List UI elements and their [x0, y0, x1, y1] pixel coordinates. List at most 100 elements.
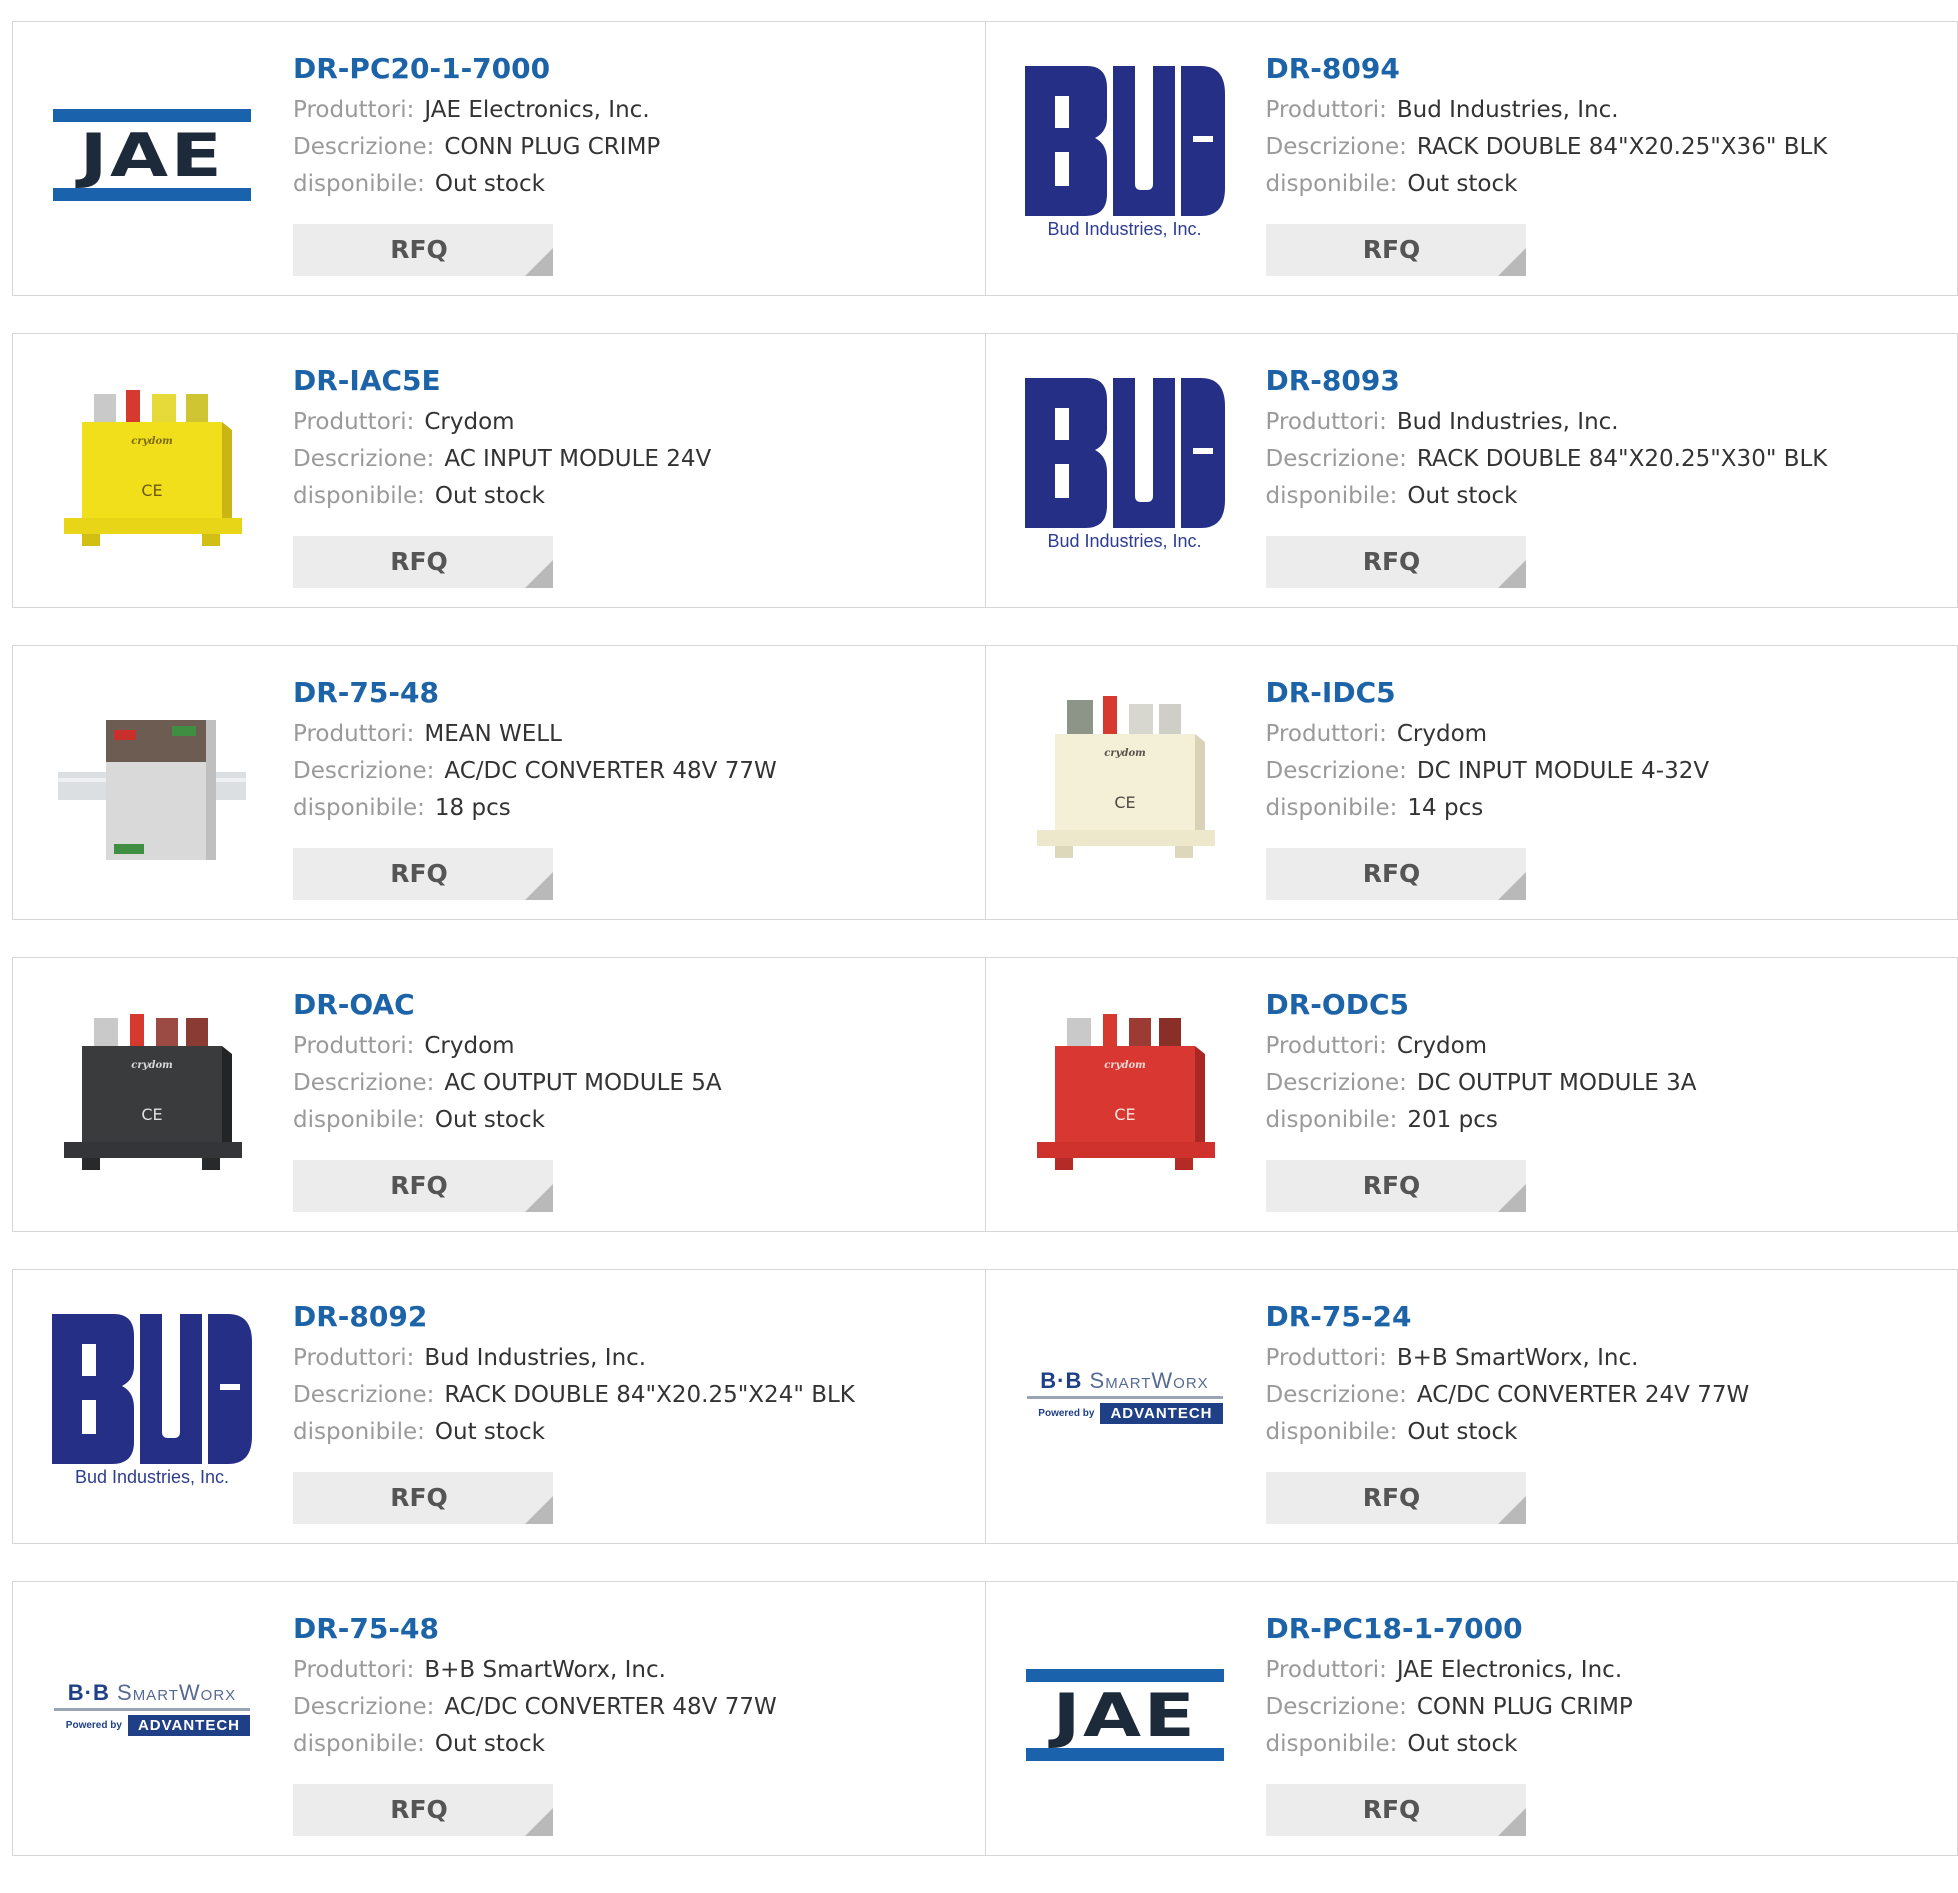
description-label: Descrizione: — [1266, 1694, 1407, 1720]
manufacturer-value: MEAN WELL — [424, 721, 562, 747]
availability-line: disponibile:201 pcs — [1266, 1102, 1697, 1139]
manufacturer-value: Crydom — [1397, 721, 1487, 747]
availability-value: Out stock — [435, 1107, 545, 1133]
manufacturer-value: Bud Industries, Inc. — [1397, 97, 1619, 123]
availability-label: disponibile: — [293, 795, 425, 821]
product-info: DR-75-24 Produttori:B+B SmartWorx, Inc. … — [1266, 1300, 1750, 1451]
part-number-link[interactable]: DR-ODC5 — [1266, 988, 1697, 1022]
rfq-button[interactable]: RFQ — [1266, 536, 1526, 588]
rfq-label: RFQ — [1363, 547, 1421, 576]
manufacturer-value: Crydom — [1397, 1033, 1487, 1059]
part-number-link[interactable]: DR-PC18-1-7000 — [1266, 1612, 1633, 1646]
svg-text:CE: CE — [141, 1105, 162, 1124]
svg-text:crydom: crydom — [1104, 748, 1145, 759]
product-image[interactable]: Bud Industries, Inc. — [51, 1314, 253, 1492]
availability-value: Out stock — [1407, 1419, 1517, 1445]
part-number-link[interactable]: DR-IDC5 — [1266, 676, 1710, 710]
product-image[interactable]: JAE — [1024, 1626, 1226, 1804]
product-row: crydom CE DR-OAC Produttori:Crydom Descr… — [12, 957, 1958, 1232]
product-info: DR-PC18-1-7000 Produttori:JAE Electronic… — [1266, 1612, 1633, 1763]
availability-value: Out stock — [1407, 483, 1517, 509]
description-value: RACK DOUBLE 84"X20.25"X36" BLK — [1417, 134, 1828, 160]
part-number-link[interactable]: DR-8094 — [1266, 52, 1828, 86]
part-number-link[interactable]: DR-75-24 — [1266, 1300, 1750, 1334]
product-image[interactable]: crydom CE — [51, 1002, 253, 1180]
corner-triangle-icon — [1498, 248, 1526, 276]
availability-value: 18 pcs — [435, 795, 511, 821]
manufacturer-line: Produttori:B+B SmartWorx, Inc. — [1266, 1340, 1750, 1377]
rfq-button[interactable]: RFQ — [1266, 224, 1526, 276]
product-row: Bud Industries, Inc. DR-8092 Produttori:… — [12, 1269, 1958, 1544]
availability-value: 201 pcs — [1407, 1107, 1497, 1133]
rfq-button[interactable]: RFQ — [293, 224, 553, 276]
availability-value: Out stock — [435, 483, 545, 509]
description-label: Descrizione: — [293, 758, 434, 784]
description-value: AC INPUT MODULE 24V — [444, 446, 711, 472]
product-card: B·B SmartWorx Powered byADVANTECH DR-75-… — [985, 1269, 1958, 1544]
bud-industries-logo: Bud Industries, Inc. — [52, 1314, 252, 1492]
availability-label: disponibile: — [293, 483, 425, 509]
availability-value: Out stock — [1407, 171, 1517, 197]
rfq-button[interactable]: RFQ — [1266, 1160, 1526, 1212]
manufacturer-line: Produttori: Crydom — [1266, 716, 1710, 753]
availability-line: disponibile:Out stock — [1266, 1726, 1633, 1763]
manufacturer-value: B+B SmartWorx, Inc. — [1397, 1345, 1639, 1371]
description-line: Descrizione:AC/DC CONVERTER 48V 77W — [293, 1689, 777, 1726]
rfq-label: RFQ — [1363, 1483, 1421, 1512]
description-value: CONN PLUG CRIMP — [444, 134, 660, 160]
availability-line: disponibile: Out stock — [293, 1102, 722, 1139]
product-image[interactable]: crydom CE — [1024, 690, 1226, 868]
part-number-link[interactable]: DR-8092 — [293, 1300, 855, 1334]
corner-triangle-icon — [525, 1496, 553, 1524]
description-line: Descrizione:CONN PLUG CRIMP — [293, 129, 660, 166]
product-card: crydom CE DR-OAC Produttori:Crydom Descr… — [12, 957, 986, 1232]
manufacturer-line: Produttori: MEAN WELL — [293, 716, 777, 753]
product-image[interactable]: Bud Industries, Inc. — [1024, 66, 1226, 244]
product-card: crydom CE DR-IDC5 Produttori:Crydom Desc… — [985, 645, 1958, 920]
product-image[interactable]: JAE — [51, 66, 253, 244]
product-image[interactable]: crydom CE — [51, 378, 253, 556]
rfq-button[interactable]: RFQ — [293, 1160, 553, 1212]
description-value: CONN PLUG CRIMP — [1417, 1694, 1633, 1720]
availability-label: disponibile: — [293, 1419, 425, 1445]
part-number-link[interactable]: DR-8093 — [1266, 364, 1828, 398]
part-number-link[interactable]: DR-PC20-1-7000 — [293, 52, 660, 86]
rfq-button[interactable]: RFQ — [1266, 848, 1526, 900]
manufacturer-label: Produttori: — [293, 721, 414, 747]
product-image[interactable] — [51, 690, 253, 868]
manufacturer-label: Produttori: — [1266, 721, 1387, 747]
jae-logo: JAE — [53, 109, 251, 201]
description-value: AC/DC CONVERTER 48V 77W — [444, 1694, 776, 1720]
rfq-button[interactable]: RFQ — [293, 1784, 553, 1836]
product-image[interactable]: crydom CE — [1024, 1002, 1226, 1180]
rfq-button[interactable]: RFQ — [1266, 1784, 1526, 1836]
part-number-link[interactable]: DR-75-48 — [293, 676, 777, 710]
rfq-button[interactable]: RFQ — [293, 848, 553, 900]
availability-value: Out stock — [1407, 1731, 1517, 1757]
availability-label: disponibile: — [293, 1107, 425, 1133]
svg-text:CE: CE — [1114, 793, 1135, 812]
description-line: Descrizione:AC OUTPUT MODULE 5A — [293, 1065, 722, 1102]
description-line: Descrizione:RACK DOUBLE 84"X20.25"X30" B… — [1266, 441, 1828, 478]
manufacturer-label: Produttori: — [293, 1657, 414, 1683]
part-number-link[interactable]: DR-OAC — [293, 988, 722, 1022]
rfq-button[interactable]: RFQ — [293, 1472, 553, 1524]
rfq-button[interactable]: RFQ — [293, 536, 553, 588]
rfq-button[interactable]: RFQ — [1266, 1472, 1526, 1524]
availability-line: disponibile: 18 pcs — [293, 790, 777, 827]
corner-triangle-icon — [1498, 560, 1526, 588]
part-number-link[interactable]: DR-75-48 — [293, 1612, 777, 1646]
product-image[interactable]: B·B SmartWorx Powered byADVANTECH — [1024, 1314, 1226, 1492]
product-info: DR-ODC5 Produttori:Crydom Descrizione:DC… — [1266, 988, 1697, 1139]
product-info: DR-PC20-1-7000 Produttori:JAE Electronic… — [293, 52, 660, 203]
part-number-link[interactable]: DR-IAC5E — [293, 364, 711, 398]
product-card: crydom CE DR-IAC5E Produttori:Crydom Des… — [12, 333, 986, 608]
bb-smartworx-logo: B·B SmartWorx Powered byADVANTECH — [54, 1680, 250, 1750]
description-label: Descrizione: — [293, 1382, 434, 1408]
product-card: JAE DR-PC18-1-7000 Produttori:JAE Electr… — [985, 1581, 1958, 1856]
product-image[interactable]: Bud Industries, Inc. — [1024, 378, 1226, 556]
product-card: crydom CE DR-ODC5 Produttori:Crydom Desc… — [985, 957, 1958, 1232]
product-image[interactable]: B·B SmartWorx Powered byADVANTECH — [51, 1626, 253, 1804]
corner-triangle-icon — [1498, 872, 1526, 900]
product-row: JAE DR-PC20-1-7000 Produttori:JAE Electr… — [12, 21, 1958, 296]
